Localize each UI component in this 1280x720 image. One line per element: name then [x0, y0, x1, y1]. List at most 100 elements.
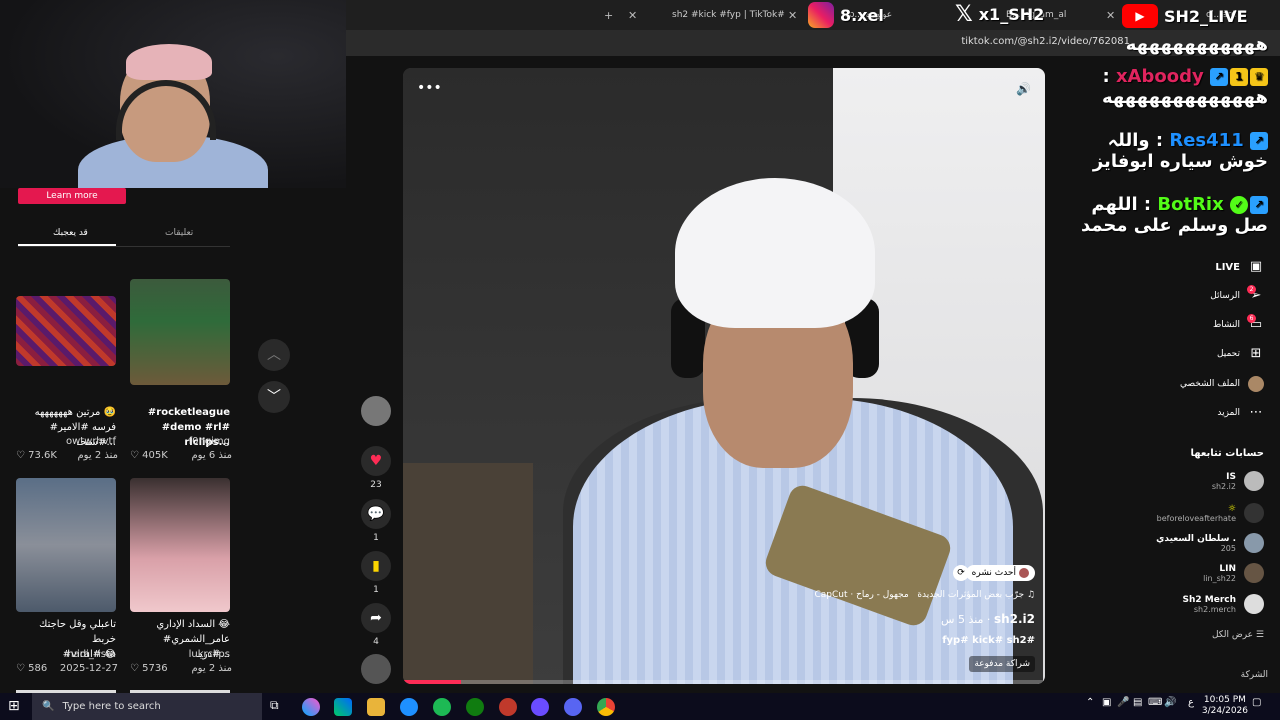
comment-icon[interactable]: 💬 [361, 499, 391, 529]
video-thumbnail[interactable] [130, 279, 230, 385]
following-account[interactable]: LIN lin_sh22 [1203, 563, 1264, 583]
spotify-icon[interactable] [433, 698, 451, 716]
discord-icon[interactable] [564, 698, 582, 716]
nav-live[interactable]: ▣ LIVE [1215, 259, 1264, 275]
system-clock[interactable]: 10:05 PM 3/24/2026 [1202, 695, 1248, 717]
previous-video-button[interactable]: ︿ [258, 339, 290, 371]
taskbar-search[interactable]: 🔍 Type here to search [32, 693, 262, 720]
live-icon: ▣ [1249, 259, 1263, 274]
following-account[interactable]: سلطان السعيدي . 205 [1156, 533, 1264, 553]
activity-icon: ▭ 6 [1247, 314, 1264, 333]
avatar [1244, 503, 1264, 523]
windows-start-icon[interactable]: ⊞ [8, 698, 20, 714]
tray-app-icon[interactable]: ▤ [1133, 697, 1142, 708]
music-disc[interactable] [360, 654, 392, 684]
video-player[interactable]: ••• 🔊 ⟳ أحدث نشره CapCut · جرّب بعض المؤ… [403, 68, 1045, 684]
video-author[interactable]: f0ngimg [130, 436, 230, 447]
close-tab-icon[interactable]: ✕ [628, 4, 637, 26]
heart-icon[interactable]: ♥ [361, 446, 391, 476]
heart-icon: ♡ [16, 450, 25, 461]
video-progress-bar[interactable] [403, 680, 1045, 684]
learn-more-button[interactable]: Learn more [18, 188, 126, 204]
video-thumbnail[interactable] [130, 478, 230, 612]
close-tab-icon[interactable]: ✕ [788, 4, 797, 26]
copilot-icon[interactable] [302, 698, 320, 716]
nav-upload[interactable]: ⊞ تحميل [1217, 346, 1264, 362]
share-icon[interactable]: ➦ [361, 603, 391, 633]
tab-tiktok[interactable]: sh2 #kick #fyp | TikTok# [672, 4, 792, 26]
badge-icon: ↗ [1250, 132, 1268, 150]
messages-icon: ➢ 2 [1247, 285, 1264, 304]
author-avatar[interactable] [360, 396, 392, 426]
heart-icon: ♡ [130, 663, 139, 674]
nav-activity[interactable]: ▭ 6 النشاط [1213, 314, 1264, 333]
following-heading: حسابات تتابعها [1190, 448, 1264, 459]
save-action[interactable]: ▮ 1 [360, 551, 392, 595]
avatar[interactable] [361, 396, 391, 426]
following-account[interactable]: IS sh2.i2 [1212, 471, 1264, 491]
like-action[interactable]: ♥ 23 [360, 446, 392, 490]
app-icon[interactable] [531, 698, 549, 716]
video-progress-fill [403, 680, 461, 684]
tab-comments[interactable]: تعليقات [165, 228, 193, 238]
store-icon[interactable] [334, 698, 352, 716]
share-count: 4 [373, 637, 379, 647]
more-options-icon[interactable]: ••• [417, 80, 442, 96]
avatar [1244, 533, 1264, 553]
video-meta: ♡ 586 2025-12-27 [16, 663, 118, 674]
file-explorer-icon[interactable] [367, 698, 385, 716]
x-handle: 𝕏 x1_SH2 [955, 2, 1045, 27]
video-thumbnail[interactable] [16, 478, 116, 612]
person-headscarf [675, 178, 875, 328]
video-author-line[interactable]: منذ 5 س · sh2.i2 [941, 612, 1035, 626]
nav-more[interactable]: ⋯ المزيد [1217, 405, 1264, 421]
video-thumbnail[interactable] [16, 296, 116, 366]
instagram-handle: 8.xel [808, 2, 884, 28]
edge-icon[interactable] [400, 698, 418, 716]
chat-message: ↗ Res411 : واللہ خوش سياره ابوفايز [1092, 130, 1268, 172]
tab-you-may-like[interactable]: قد يعجبك [53, 228, 88, 238]
nav-messages[interactable]: ➢ 2 الرسائل [1210, 285, 1264, 304]
close-tab-icon[interactable]: ✕ [1106, 4, 1115, 26]
next-video-button[interactable]: ﹀ [258, 381, 290, 413]
like-count: 23 [370, 480, 382, 490]
music-icon: ♫ [1026, 590, 1035, 600]
badge-icon: 1 [1230, 68, 1248, 86]
company-link[interactable]: الشركة [1241, 670, 1268, 680]
video-author[interactable]: owtwrhvtf [16, 436, 116, 447]
comment-action[interactable]: 💬 1 [360, 499, 392, 543]
heart-icon: ♡ [130, 450, 139, 461]
video-meta: ♡ 73.6K منذ 2 يوم [16, 450, 118, 461]
more-icon: ⋯ [1249, 405, 1263, 420]
microphone-icon[interactable]: 🎤 [1117, 697, 1129, 708]
see-all-link[interactable]: عرض الكل ☰ [1212, 630, 1264, 640]
avatar [1244, 594, 1264, 614]
following-account[interactable]: ☼ beforeloveafterhate [1157, 503, 1264, 523]
app-icon[interactable] [499, 698, 517, 716]
divider [18, 246, 230, 247]
volume-icon[interactable]: 🔊 [1164, 697, 1176, 708]
volume-icon[interactable]: 🔊 [1016, 82, 1031, 96]
video-author[interactable]: lukrclips [130, 649, 230, 660]
video-meta: ♡ 405K منذ 6 يوم [130, 450, 232, 461]
bookmark-icon[interactable]: ▮ [361, 551, 391, 581]
share-action[interactable]: ➦ 4 [360, 603, 392, 647]
new-tab-button[interactable]: + [604, 4, 613, 26]
xbox-icon[interactable] [466, 698, 484, 716]
video-hashtags[interactable]: fyp# kick# sh2# [942, 635, 1035, 646]
task-view-icon[interactable]: ⧉ [270, 698, 288, 716]
tray-app-icon[interactable]: ▣ [1102, 697, 1111, 708]
following-account[interactable]: Sh2 Merch sh2.merch [1182, 594, 1264, 614]
tray-chevron-icon[interactable]: ⌃ [1086, 697, 1094, 708]
network-icon[interactable]: ⌨ [1148, 697, 1162, 708]
notifications-icon[interactable]: ▢ [1252, 697, 1261, 708]
music-disc-icon[interactable] [361, 654, 391, 684]
chrome-icon[interactable] [597, 698, 615, 716]
badge-icon: ↗ [1250, 196, 1268, 214]
profile-icon [1248, 376, 1264, 392]
music-info[interactable]: CapCut · جرّب بعض المؤثرات الجديدة مجهول… [814, 590, 1035, 600]
nav-profile[interactable]: الملف الشخصي [1180, 376, 1264, 392]
chevron-up-icon: ︿ [267, 347, 281, 363]
keyboard-language-icon[interactable]: ع [1188, 697, 1194, 708]
video-author[interactable]: hadi_rista [16, 649, 116, 660]
